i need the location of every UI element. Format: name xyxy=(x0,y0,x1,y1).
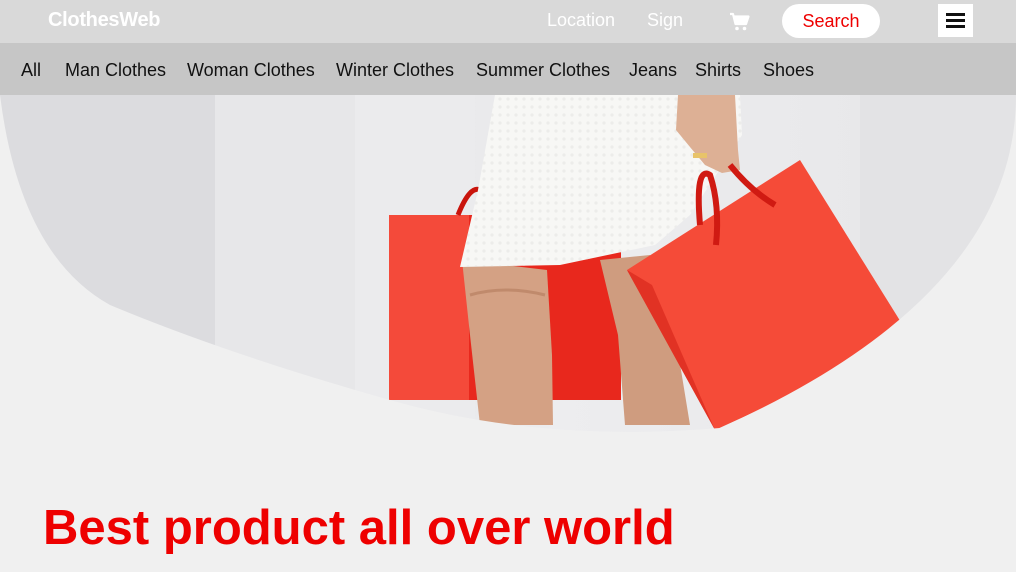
category-summer-clothes[interactable]: Summer Clothes xyxy=(476,60,610,81)
hero-image xyxy=(0,95,1016,435)
top-navbar: ClothesWeb Location Sign Search xyxy=(0,0,1016,43)
nav-location-link[interactable]: Location xyxy=(547,10,615,31)
menu-bar-1 xyxy=(946,13,965,16)
category-winter-clothes[interactable]: Winter Clothes xyxy=(336,60,454,81)
category-jeans[interactable]: Jeans xyxy=(629,60,677,81)
category-shirts[interactable]: Shirts xyxy=(695,60,741,81)
category-woman-clothes[interactable]: Woman Clothes xyxy=(187,60,315,81)
hamburger-menu-icon[interactable] xyxy=(938,4,973,37)
hero-headline: Best product all over world xyxy=(43,501,675,555)
menu-bar-3 xyxy=(946,25,965,28)
category-shoes[interactable]: Shoes xyxy=(763,60,814,81)
search-button[interactable]: Search xyxy=(782,4,880,38)
site-logo[interactable]: ClothesWeb xyxy=(48,9,161,32)
category-bar: All Man Clothes Woman Clothes Winter Clo… xyxy=(0,43,1016,95)
menu-bar-2 xyxy=(946,19,965,22)
cart-icon[interactable] xyxy=(729,11,751,33)
nav-sign-link[interactable]: Sign xyxy=(647,10,683,31)
category-man-clothes[interactable]: Man Clothes xyxy=(65,60,166,81)
hero-banner xyxy=(0,95,1016,435)
category-all[interactable]: All xyxy=(21,60,41,81)
